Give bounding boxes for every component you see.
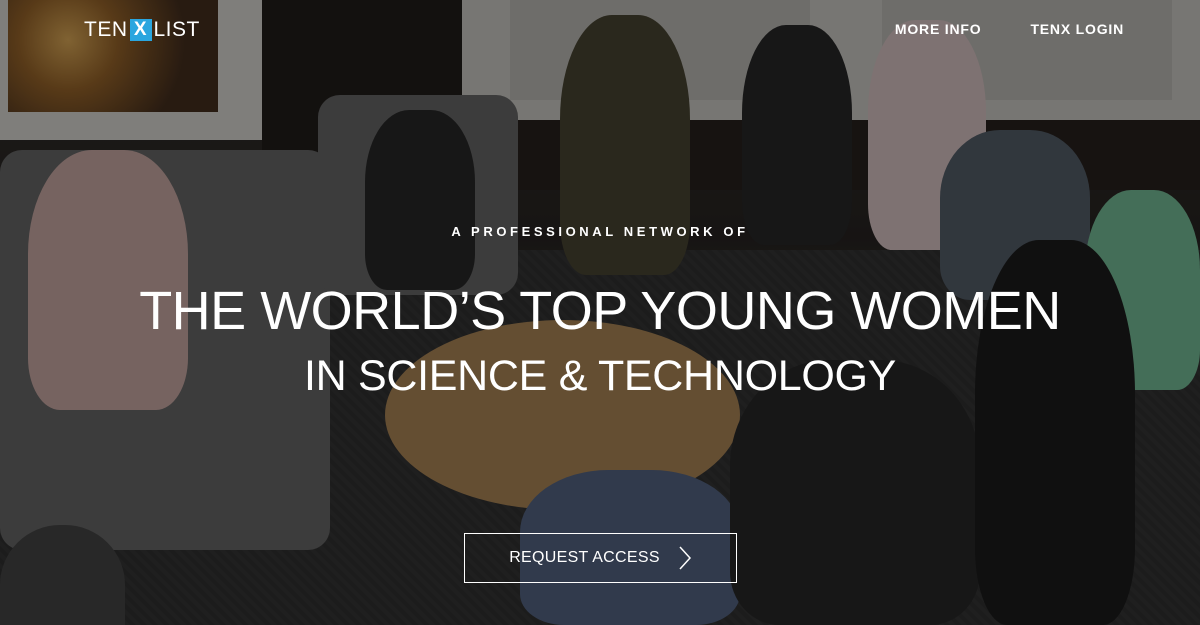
logo-text-left: TEN [84, 18, 128, 41]
request-access-button[interactable]: REQUEST ACCESS [464, 533, 737, 583]
tenx-list-logo[interactable]: TEN X LIST [84, 18, 200, 42]
chevron-right-icon [678, 545, 692, 571]
tenx-login-link[interactable]: TENX LOGIN [1030, 21, 1124, 37]
top-nav: MORE INFO TENX LOGIN [895, 21, 1124, 37]
hero-headline: THE WORLD’S TOP YOUNG WOMEN [139, 281, 1061, 341]
logo-text-right: LIST [153, 18, 200, 41]
hero-subhead: IN SCIENCE & TECHNOLOGY [303, 352, 897, 400]
more-info-link[interactable]: MORE INFO [895, 21, 982, 37]
hero-eyebrow: A PROFESSIONAL NETWORK OF [451, 224, 749, 239]
logo-x-mark: X [129, 19, 152, 41]
request-access-label: REQUEST ACCESS [509, 549, 660, 566]
